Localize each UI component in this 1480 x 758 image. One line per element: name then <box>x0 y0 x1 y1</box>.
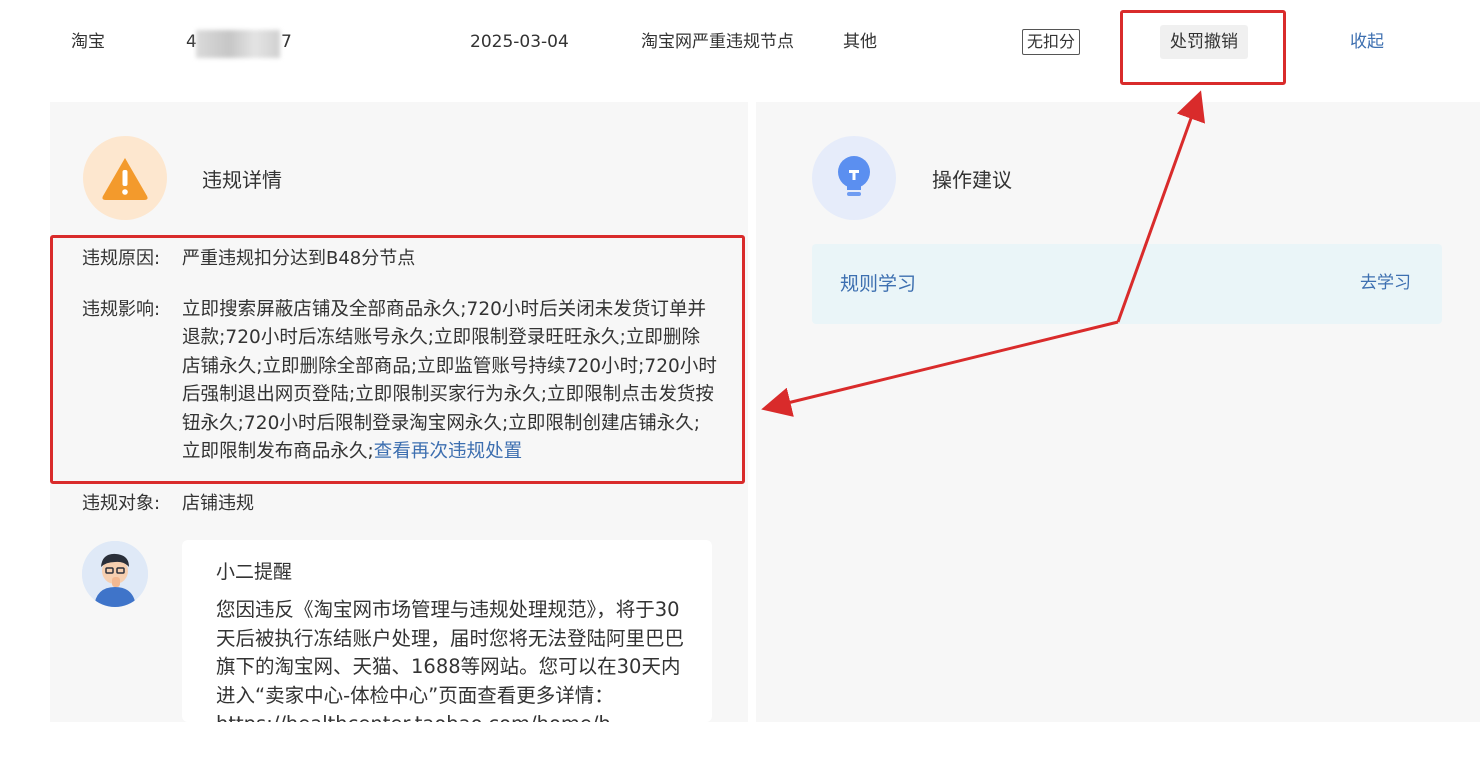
arrow-to-revoke <box>1116 90 1206 323</box>
annotation-arrows <box>761 90 1206 417</box>
arrow-to-impact <box>761 320 1119 417</box>
